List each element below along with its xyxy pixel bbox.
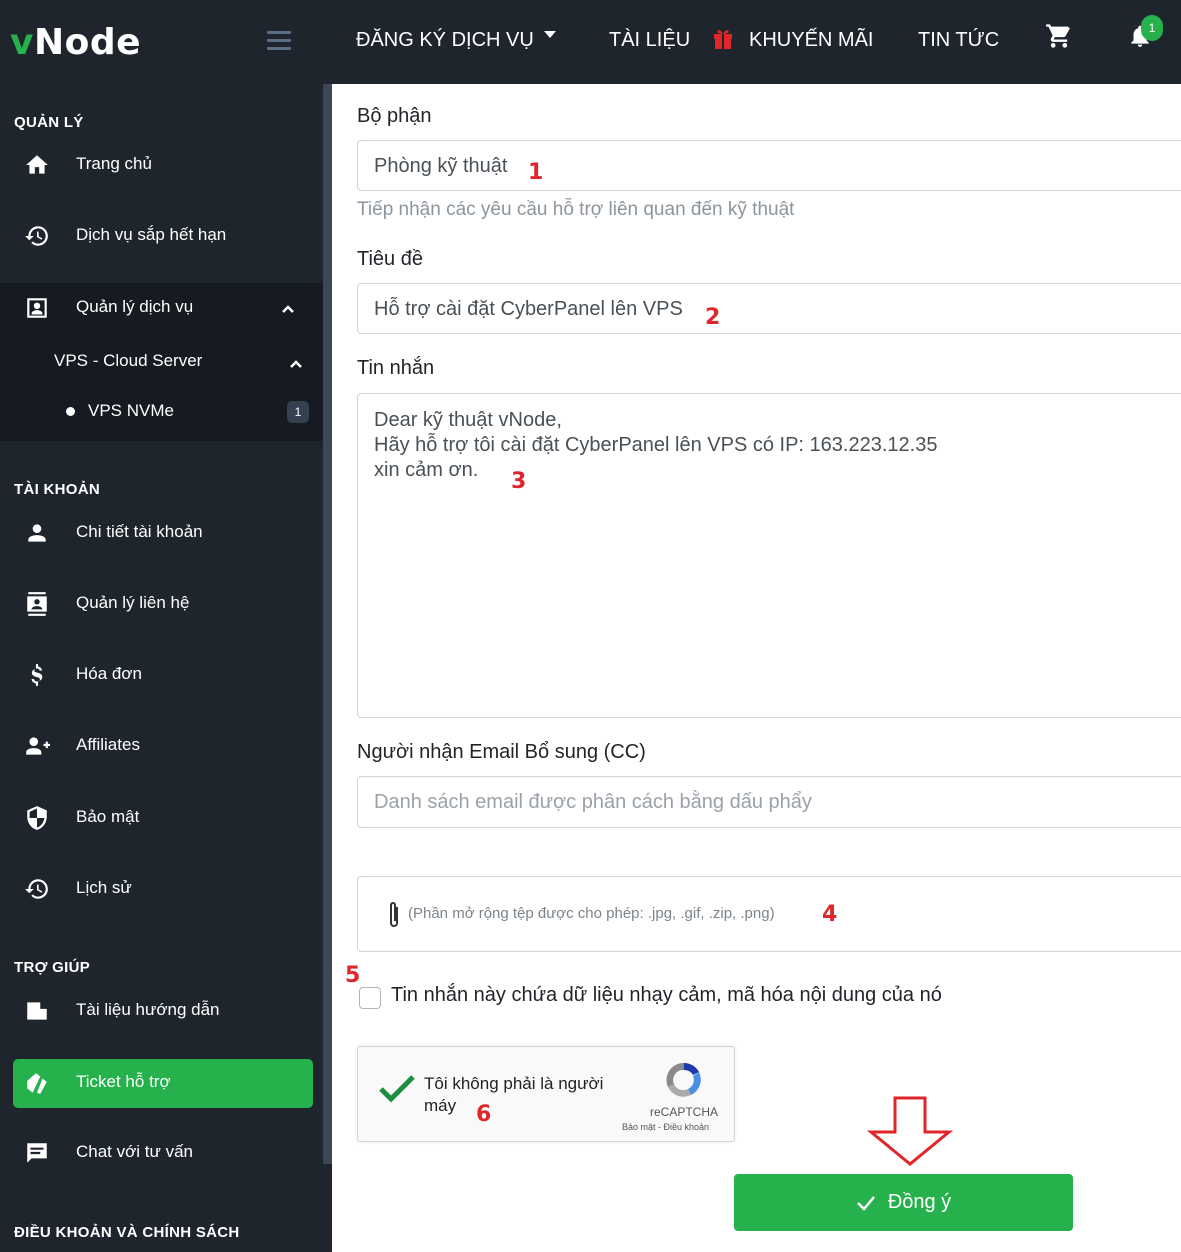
department-value: Phòng kỹ thuật (374, 155, 508, 177)
sidebar-item-label: Chi tiết tài khoản (76, 522, 203, 541)
cc-label: Người nhận Email Bổ sung (CC) (357, 741, 646, 763)
attachment-note: (Phần mở rộng tệp được cho phép: .jpg, .… (408, 905, 775, 922)
message-value: Dear kỹ thuật vNode, Hãy hỗ trợ tôi cài … (374, 409, 938, 481)
checkmark-icon[interactable] (378, 1074, 416, 1104)
cc-placeholder: Danh sách email được phân cách bằng dấu … (374, 791, 812, 813)
cart-icon[interactable] (1045, 22, 1073, 50)
history-icon (25, 226, 48, 246)
gift-icon (714, 30, 732, 49)
sidebar-item-label: Quản lý dịch vụ (76, 297, 194, 316)
menu-toggle-icon[interactable] (267, 31, 291, 55)
annotation-6: 6 (476, 1102, 492, 1127)
annotation-2: 2 (705, 305, 721, 330)
shield-icon (27, 806, 47, 830)
count-badge: 1 (287, 401, 309, 423)
sidebar-item-security[interactable]: Bảo mật (0, 793, 323, 841)
sidebar-item-guides[interactable]: Tài liệu hướng dẫn (0, 986, 323, 1034)
sidebar-item-label: Quản lý liên hệ (76, 593, 190, 612)
user-add-icon (26, 737, 50, 755)
nav-news[interactable]: TIN TỨC (918, 29, 999, 52)
contacts-icon (27, 592, 47, 616)
subject-label: Tiêu đề (357, 248, 423, 270)
sidebar-item-history[interactable]: Lịch sử (0, 864, 323, 912)
user-icon (28, 524, 46, 542)
recaptcha-logo-icon (666, 1062, 701, 1097)
notification-badge: 1 (1141, 15, 1163, 41)
message-label: Tin nhắn (357, 357, 435, 379)
department-help: Tiếp nhận các yêu cầu hỗ trợ liên quan đ… (357, 199, 795, 220)
bullet-icon (66, 407, 75, 416)
sidebar-item-label: Affiliates (76, 735, 140, 754)
sidebar-item-contacts[interactable]: Quản lý liên hệ (0, 579, 323, 627)
sidebar-item-services[interactable]: Quản lý dịch vụ (0, 283, 323, 331)
subject-value: Hỗ trợ cài đặt CyberPanel lên VPS (374, 298, 683, 320)
annotation-1: 1 (528, 160, 544, 185)
home-icon (26, 155, 48, 174)
sidebar: vNode QUẢN LÝ Trang chủ Dịch vụ sắp hết … (0, 0, 332, 1252)
sidebar-item-expiring[interactable]: Dịch vụ sắp hết hạn (0, 211, 323, 259)
nav-register-dropdown[interactable]: ĐĂNG KÝ DỊCH VỤ (356, 29, 556, 52)
sidebar-item-label: Tài liệu hướng dẫn (76, 1000, 220, 1019)
sidebar-item-ticket[interactable]: Ticket hỗ trợ (0, 1058, 323, 1106)
sidebar-item-affiliates[interactable]: Affiliates (0, 721, 323, 769)
sidebar-item-label: Trang chủ (76, 154, 152, 173)
chevron-up-icon[interactable] (289, 357, 303, 371)
sidebar-item-vps-cloud[interactable]: VPS - Cloud Server (54, 351, 202, 371)
dollar-icon (31, 664, 43, 686)
annotation-4: 4 (822, 902, 838, 927)
sidebar-item-label: Chat với tư vấn (76, 1142, 194, 1161)
captcha-brand: reCAPTCHA (650, 1105, 719, 1119)
top-navbar: ĐĂNG KÝ DỊCH VỤ TÀI LIỆU KHUYẾN MÃI TIN … (332, 0, 1181, 84)
sidebar-item-account-details[interactable]: Chi tiết tài khoản (0, 508, 323, 556)
nav-docs[interactable]: TÀI LIỆU (609, 29, 690, 52)
section-title-manage: QUẢN LÝ (14, 114, 84, 131)
section-title-terms: ĐIỀU KHOẢN VÀ CHÍNH SÁCH (14, 1224, 240, 1241)
recaptcha-widget[interactable]: Tôi không phải là người máy reCAPTCHA Bả… (357, 1046, 735, 1142)
paperclip-icon[interactable] (386, 899, 402, 931)
chevron-up-icon[interactable] (281, 302, 295, 316)
attachment-dropzone[interactable]: (Phần mở rộng tệp được cho phép: .jpg, .… (357, 876, 1181, 952)
sidebar-item-chat[interactable]: Chat với tư vấn (0, 1128, 323, 1176)
captcha-text: Tôi không phải là người máy (424, 1074, 604, 1115)
sidebar-item-home[interactable]: Trang chủ (0, 140, 323, 188)
nav-promo[interactable]: KHUYẾN MÃI (749, 29, 873, 52)
department-select[interactable]: Phòng kỹ thuật (357, 140, 1181, 191)
annotation-3: 3 (511, 469, 527, 494)
sidebar-item-label: Lịch sử (76, 878, 132, 897)
sidebar-item-label: Hóa đơn (76, 664, 142, 683)
cc-email-input[interactable]: Danh sách email được phân cách bằng dấu … (357, 776, 1181, 828)
annotation-5: 5 (345, 963, 361, 988)
sidebar-item-vps-nvme[interactable]: VPS NVMe (88, 401, 174, 421)
arrow-down-annotation-icon (867, 1096, 953, 1166)
captcha-links[interactable]: Bảo mật - Điều khoản (622, 1122, 709, 1132)
ticket-form: Bộ phận Phòng kỹ thuật 1 Tiếp nhận các y… (332, 84, 1181, 1252)
sidebar-item-label: Ticket hỗ trợ (76, 1072, 171, 1091)
ticket-icon (27, 1073, 47, 1094)
caret-down-icon (543, 31, 556, 39)
section-title-account: TÀI KHOẢN (14, 481, 101, 498)
chat-icon (27, 1143, 47, 1163)
subject-input[interactable]: Hỗ trợ cài đặt CyberPanel lên VPS (357, 283, 1181, 334)
sensitive-label[interactable]: Tin nhắn này chứa dữ liệu nhạy cảm, mã h… (391, 984, 942, 1007)
sidebar-scrollbar[interactable] (323, 84, 332, 1164)
sidebar-item-invoices[interactable]: Hóa đơn (0, 650, 323, 698)
sensitive-checkbox[interactable] (359, 987, 381, 1009)
sidebar-item-label: Bảo mật (76, 807, 140, 826)
sidebar-item-label: Dịch vụ sắp hết hạn (76, 225, 227, 244)
section-title-help: TRỢ GIÚP (14, 959, 91, 976)
document-icon (27, 1002, 47, 1020)
message-textarea[interactable]: Dear kỹ thuật vNode, Hãy hỗ trợ tôi cài … (357, 393, 1181, 718)
history-icon (25, 879, 48, 899)
account-box-icon (27, 298, 47, 318)
check-icon (856, 1195, 875, 1211)
brand-logo[interactable]: vNode (10, 22, 141, 63)
submit-button[interactable]: Đồng ý (734, 1174, 1073, 1231)
department-label: Bộ phận (357, 105, 432, 127)
